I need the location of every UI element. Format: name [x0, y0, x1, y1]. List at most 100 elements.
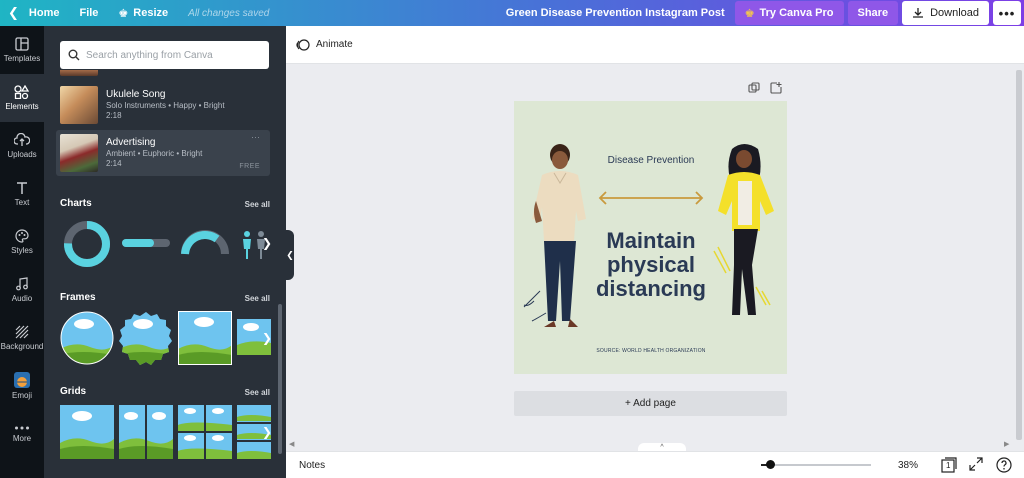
rail-item-uploads[interactable]: Uploads: [0, 122, 44, 170]
background-icon: [15, 325, 29, 339]
rail-label: Background: [0, 342, 44, 351]
frame-circle-thumbnail[interactable]: [60, 311, 114, 365]
search-input[interactable]: [86, 49, 256, 61]
emoji-icon: [14, 372, 30, 388]
search-icon: [68, 49, 80, 61]
add-page-icon[interactable]: [770, 82, 782, 94]
frame-square-thumbnail[interactable]: [178, 311, 232, 365]
bottom-bar: Notes 38% 1: [286, 451, 1024, 478]
rail-label: Styles: [11, 246, 33, 255]
audio-menu-button[interactable]: ···: [251, 132, 260, 142]
design-title[interactable]: Green Disease Prevention Instagram Post: [506, 7, 725, 19]
chart-donut-thumbnail[interactable]: [63, 220, 111, 268]
duplicate-page-icon[interactable]: [748, 82, 760, 94]
elements-panel: Ukulele Song Solo Instruments • Happy • …: [44, 26, 286, 478]
templates-icon: [15, 37, 29, 51]
notes-toggle-button[interactable]: ^: [638, 443, 686, 451]
zoom-slider-handle[interactable]: [765, 460, 775, 469]
grids-scroll-right-button[interactable]: ❯: [260, 425, 274, 439]
download-icon: [913, 8, 924, 18]
rail-item-more[interactable]: More: [0, 410, 44, 458]
rail-label: Templates: [3, 54, 41, 63]
see-all-charts-link[interactable]: See all: [245, 200, 270, 209]
canvas-main-text[interactable]: Maintain physical distancing: [576, 228, 726, 302]
chart-gauge-thumbnail[interactable]: [180, 228, 230, 256]
chart-progress-bar-thumbnail[interactable]: [122, 238, 170, 248]
scroll-left-arrow-icon[interactable]: ◀: [289, 440, 294, 448]
elements-icon: [14, 85, 30, 99]
audio-thumbnail: [60, 86, 98, 124]
fullscreen-button[interactable]: [969, 457, 983, 474]
download-button[interactable]: Download: [902, 1, 989, 25]
vertical-scrollbar[interactable]: [1014, 64, 1024, 450]
section-title-grids: Grids: [60, 386, 87, 397]
animate-button[interactable]: Animate: [296, 38, 353, 52]
charts-scroll-right-button[interactable]: ❯: [260, 236, 274, 250]
rail-item-templates[interactable]: Templates: [0, 26, 44, 74]
rail-label: Elements: [5, 102, 39, 111]
grid-single-thumbnail[interactable]: [60, 405, 114, 459]
try-pro-label: Try Canva Pro: [759, 7, 834, 19]
audio-meta: Solo Instruments • Happy • Bright: [106, 101, 225, 111]
frames-scroll-right-button[interactable]: ❯: [260, 331, 274, 345]
home-label: Home: [28, 7, 60, 19]
search-box[interactable]: [60, 41, 269, 69]
audio-meta: Ambient • Euphoric • Bright: [106, 149, 203, 159]
see-all-frames-link[interactable]: See all: [245, 294, 270, 303]
page-tools: [748, 82, 782, 94]
file-menu-button[interactable]: File: [69, 0, 108, 26]
collapse-panel-button[interactable]: ❮: [286, 230, 294, 280]
grid-two-column-thumbnail[interactable]: [119, 405, 173, 459]
canvas-source-text[interactable]: SOURCE: WORLD HEALTH ORGANIZATION: [576, 348, 726, 354]
page-count: 1: [946, 461, 951, 470]
more-options-button[interactable]: •••: [993, 1, 1021, 25]
help-icon: [996, 457, 1012, 473]
scroll-right-arrow-icon[interactable]: ▶: [1004, 440, 1009, 448]
editor-toolbar: Animate: [286, 26, 1024, 64]
zoom-percent[interactable]: 38%: [898, 460, 918, 471]
rail-item-text[interactable]: Text: [0, 170, 44, 218]
design-canvas[interactable]: Disease Prevention Maintain physical dis…: [514, 101, 787, 374]
help-button[interactable]: [996, 457, 1012, 476]
rail-label: Text: [14, 198, 30, 207]
rail-label: Uploads: [7, 150, 37, 159]
rail-label: More: [12, 434, 32, 443]
page-count-button[interactable]: 1: [941, 457, 957, 476]
zoom-slider[interactable]: [761, 460, 871, 469]
audio-item-ukulele-song[interactable]: Ukulele Song Solo Instruments • Happy • …: [56, 82, 270, 128]
notes-button[interactable]: Notes: [299, 460, 325, 471]
share-button[interactable]: Share: [847, 1, 899, 25]
text-icon: [17, 182, 27, 194]
vertical-scrollbar-thumb[interactable]: [1016, 70, 1022, 440]
rail-item-styles[interactable]: Styles: [0, 218, 44, 266]
rail-item-background[interactable]: Background: [0, 314, 44, 362]
fullscreen-icon: [969, 457, 983, 471]
palette-icon: [15, 229, 29, 243]
section-title-charts: Charts: [60, 198, 92, 209]
top-bar: ❮ Home File ♚ Resize All changes saved G…: [0, 0, 1024, 26]
section-title-frames: Frames: [60, 292, 96, 303]
rail-item-audio[interactable]: Audio: [0, 266, 44, 314]
rail-label: Emoji: [11, 391, 32, 400]
double-arrow-icon[interactable]: [598, 191, 704, 205]
canvas-heading-text[interactable]: Disease Prevention: [576, 155, 726, 166]
rail-item-elements[interactable]: Elements: [0, 74, 44, 122]
free-badge: FREE: [239, 163, 260, 170]
file-label: File: [79, 7, 99, 19]
grid-four-thumbnail[interactable]: [178, 405, 232, 459]
frame-scalloped-thumbnail[interactable]: [119, 311, 173, 365]
audio-thumbnail-partial[interactable]: [60, 70, 98, 76]
audio-title: Advertising: [106, 136, 156, 148]
audio-item-advertising[interactable]: Advertising Ambient • Euphoric • Bright …: [56, 130, 270, 176]
panel-scrollbar[interactable]: [278, 304, 282, 454]
add-page-button[interactable]: + Add page: [514, 391, 787, 416]
rail-item-emoji[interactable]: Emoji: [0, 362, 44, 410]
resize-button[interactable]: ♚ Resize: [108, 0, 178, 26]
audio-duration: 2:18: [106, 111, 122, 121]
music-icon: [16, 277, 28, 291]
home-button[interactable]: ❮ Home: [0, 0, 69, 26]
try-canva-pro-button[interactable]: ♚ Try Canva Pro: [734, 1, 844, 25]
see-all-grids-link[interactable]: See all: [245, 388, 270, 397]
crown-icon: ♚: [118, 7, 129, 20]
save-status: All changes saved: [188, 7, 270, 19]
